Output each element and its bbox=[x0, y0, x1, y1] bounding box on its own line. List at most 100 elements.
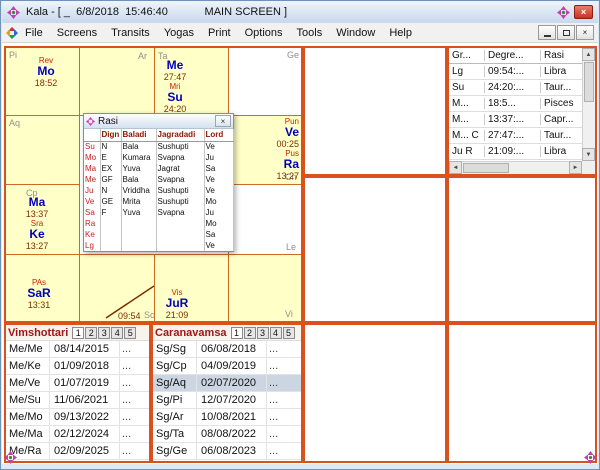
vimshottari-tab-3[interactable]: 3 bbox=[98, 327, 110, 339]
dasha-date: 04/09/2019 bbox=[197, 358, 267, 374]
menu-tools[interactable]: Tools bbox=[290, 25, 330, 41]
dasha-more: ... bbox=[267, 392, 301, 408]
saturn-degree: 13:31 bbox=[18, 300, 60, 310]
sign-label-pisces: Pi bbox=[9, 50, 17, 60]
dasha-row[interactable]: Me/Ma02/12/2024... bbox=[6, 426, 149, 443]
dasha-period: Me/Me bbox=[6, 341, 50, 357]
dasha-more: ... bbox=[267, 426, 301, 442]
mars-degree: 13:37 bbox=[14, 209, 60, 219]
window-title: Kala - [ _ 6/8/2018 15:46:40 MAIN SCREEN… bbox=[26, 6, 557, 18]
dasha-date: 08/14/2015 bbox=[50, 341, 120, 357]
caranavamsa-tab-2[interactable]: 2 bbox=[244, 327, 256, 339]
dasha-period: Me/Mo bbox=[6, 409, 50, 425]
dasha-row[interactable]: Me/Me08/14/2015... bbox=[6, 341, 149, 358]
dasha-row[interactable]: Me/Su11/06/2021... bbox=[6, 392, 149, 409]
cell-degree: 09:54:... bbox=[485, 66, 541, 77]
scroll-thumb[interactable] bbox=[463, 163, 509, 173]
caranavamsa-tab-1[interactable]: 1 bbox=[231, 327, 243, 339]
cell-graha: M... C bbox=[449, 130, 485, 141]
table-row[interactable]: Lg 09:54:... Libra bbox=[449, 64, 595, 80]
cell-graha: M... bbox=[449, 98, 485, 109]
vertical-scrollbar[interactable]: ▲ ▼ bbox=[582, 48, 595, 161]
vimshottari-tab-1[interactable]: 1 bbox=[72, 327, 84, 339]
dasha-date: 11/06/2021 bbox=[50, 392, 120, 408]
dasha-row[interactable]: Sg/Ta08/08/2022... bbox=[153, 426, 301, 443]
cell-graha: Su bbox=[449, 82, 485, 93]
lagna-degree: 09:54 bbox=[118, 311, 141, 321]
libra-contents: Vis JuR 21:09 bbox=[158, 288, 196, 320]
dasha-date: 08/08/2022 bbox=[197, 426, 267, 442]
dasha-more: ... bbox=[267, 358, 301, 374]
menu-window[interactable]: Window bbox=[329, 25, 382, 41]
menu-bar: File Screens Transits Yogas Print Option… bbox=[2, 23, 598, 43]
rasi-window-titlebar[interactable]: Rasi × bbox=[84, 114, 233, 129]
dasha-row[interactable]: Sg/Cp04/09/2019... bbox=[153, 358, 301, 375]
planet-ketu: Ke bbox=[14, 228, 60, 241]
menu-help[interactable]: Help bbox=[382, 25, 419, 41]
col-graha: Gr... bbox=[449, 50, 485, 61]
dasha-date: 02/07/2020 bbox=[197, 375, 267, 391]
compass-icon-top-right[interactable] bbox=[557, 6, 570, 19]
scroll-down-button[interactable]: ▼ bbox=[582, 148, 595, 161]
rasi-close-icon: × bbox=[221, 117, 226, 126]
dasha-row[interactable]: Sg/Pi12/07/2020... bbox=[153, 392, 301, 409]
table-row[interactable]: M... 13:37:... Capr... bbox=[449, 112, 595, 128]
mdi-close-button[interactable]: × bbox=[576, 25, 594, 40]
vimshottari-tab-5[interactable]: 5 bbox=[124, 327, 136, 339]
dasha-row[interactable]: Sg/Ge06/08/2023... bbox=[153, 443, 301, 460]
vimshottari-tab-4[interactable]: 4 bbox=[111, 327, 123, 339]
menu-print[interactable]: Print bbox=[201, 25, 238, 41]
kala-main-window: Kala - [ _ 6/8/2018 15:46:40 MAIN SCREEN… bbox=[0, 0, 600, 470]
caranavamsa-tab-5[interactable]: 5 bbox=[283, 327, 295, 339]
cell-degree: 21:09:... bbox=[485, 146, 541, 157]
dasha-period: Me/Ke bbox=[6, 358, 50, 374]
menu-transits[interactable]: Transits bbox=[104, 25, 157, 41]
table-row[interactable]: M... C 27:47:... Taur... bbox=[449, 128, 595, 144]
mdi-minimize-button[interactable] bbox=[538, 25, 556, 40]
table-row[interactable]: Ju R 21:09:... Libra bbox=[449, 144, 595, 160]
rasi-row: SaFYuvaSvapnaJu bbox=[84, 207, 233, 218]
dasha-row[interactable]: Me/Ke01/09/2018... bbox=[6, 358, 149, 375]
dasha-row[interactable]: Me/Mo09/13/2022... bbox=[6, 409, 149, 426]
rasi-close-button[interactable]: × bbox=[215, 115, 231, 127]
menu-screens[interactable]: Screens bbox=[50, 25, 104, 41]
menu-options[interactable]: Options bbox=[238, 25, 290, 41]
scroll-up-button[interactable]: ▲ bbox=[582, 48, 595, 61]
dasha-row[interactable]: Me/Ve01/07/2019... bbox=[6, 375, 149, 392]
menu-yogas[interactable]: Yogas bbox=[157, 25, 201, 41]
menu-file[interactable]: File bbox=[18, 25, 50, 41]
caranavamsa-tab-3[interactable]: 3 bbox=[257, 327, 269, 339]
close-button[interactable]: × bbox=[574, 5, 593, 19]
planet-jupiter-retrograde: JuR bbox=[158, 297, 196, 310]
cell-degree: 18:5... bbox=[485, 98, 541, 109]
cancer-contents: Pun Ve 00:25 Pus Ra 13:27 bbox=[259, 117, 299, 181]
cell-graha: M... bbox=[449, 114, 485, 125]
compass-icon-bottom-left[interactable] bbox=[4, 451, 17, 464]
rasi-row: SuNBalaSushuptiVe bbox=[84, 141, 233, 152]
dasha-row[interactable]: Me/Ra02/09/2025... bbox=[6, 443, 149, 460]
dasha-period: Sg/Aq bbox=[153, 375, 197, 391]
dasha-row-selected[interactable]: Sg/Aq02/07/2020... bbox=[153, 375, 301, 392]
scroll-up-icon: ▲ bbox=[586, 52, 592, 58]
scrollbar-corner bbox=[582, 161, 595, 174]
planet-table-header: Gr... Degre... Rasi bbox=[449, 48, 595, 64]
scroll-thumb[interactable] bbox=[584, 62, 594, 102]
title-bar[interactable]: Kala - [ _ 6/8/2018 15:46:40 MAIN SCREEN… bbox=[2, 1, 598, 23]
table-row[interactable]: M... 18:5... Pisces bbox=[449, 96, 595, 112]
sign-label-gemini: Ge bbox=[287, 50, 299, 60]
scroll-right-button[interactable]: ► bbox=[569, 161, 582, 174]
table-row[interactable]: Su 24:20:... Taur... bbox=[449, 80, 595, 96]
planet-mercury: Me bbox=[152, 59, 198, 72]
dasha-row[interactable]: Sg/Sg06/08/2018... bbox=[153, 341, 301, 358]
mdi-restore-button[interactable] bbox=[557, 25, 575, 40]
app-compass-icon bbox=[7, 6, 20, 19]
rasi-window[interactable]: Rasi × Dign Baladi Jagradadi Lord SuNBal… bbox=[83, 113, 234, 252]
compass-icon-bottom-right[interactable] bbox=[584, 451, 597, 464]
rasi-col-jagradadi: Jagradadi bbox=[156, 129, 204, 141]
dasha-row[interactable]: Sg/Ar10/08/2021... bbox=[153, 409, 301, 426]
scroll-left-button[interactable]: ◄ bbox=[449, 161, 462, 174]
rasi-col-lord: Lord bbox=[204, 129, 233, 141]
caranavamsa-tab-4[interactable]: 4 bbox=[270, 327, 282, 339]
horizontal-scrollbar[interactable]: ◄ ► bbox=[449, 161, 582, 174]
vimshottari-tab-2[interactable]: 2 bbox=[85, 327, 97, 339]
